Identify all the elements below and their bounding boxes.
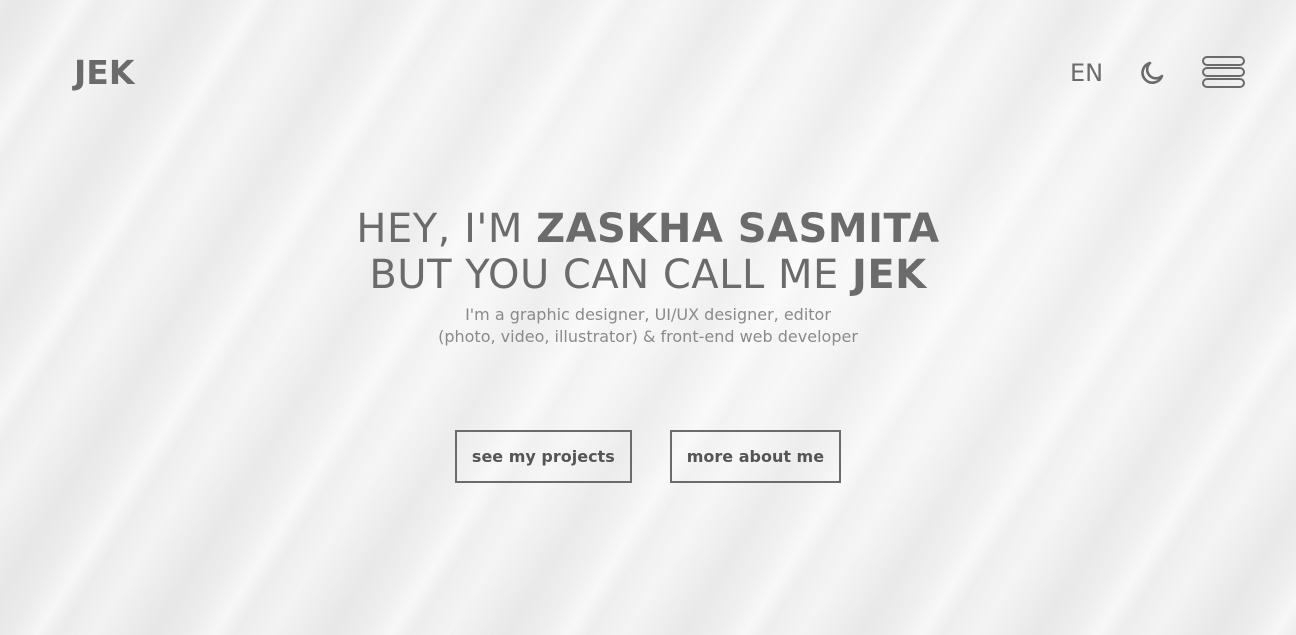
hero-tagline: I'm a graphic designer, UI/UX designer, … — [438, 305, 858, 346]
headline-line2: BUT YOU CAN CALL ME JEK — [369, 252, 926, 298]
hero-buttons: see my projects more about me — [0, 430, 1296, 483]
see-projects-button[interactable]: see my projects — [454, 430, 632, 483]
nickname-intro-text: BUT YOU CAN CALL ME — [369, 252, 852, 298]
nickname: JEK — [851, 252, 927, 298]
full-name: ZASKHA SASMITA — [536, 206, 940, 252]
language-switcher[interactable]: EN — [1070, 61, 1103, 85]
hamburger-menu-icon[interactable] — [1202, 56, 1245, 89]
greeting-text: HEY, I'M — [356, 206, 537, 252]
more-about-me-button[interactable]: more about me — [669, 430, 842, 483]
headline-line1: HEY, I'M ZASKHA SASMITA — [356, 206, 939, 252]
moon-icon[interactable] — [1139, 60, 1165, 86]
hero-headline: HEY, I'M ZASKHA SASMITA BUT YOU CAN CALL… — [0, 206, 1296, 298]
site-logo[interactable]: JEK — [74, 56, 134, 89]
hero-section: HEY, I'M ZASKHA SASMITA BUT YOU CAN CALL… — [0, 206, 1296, 348]
